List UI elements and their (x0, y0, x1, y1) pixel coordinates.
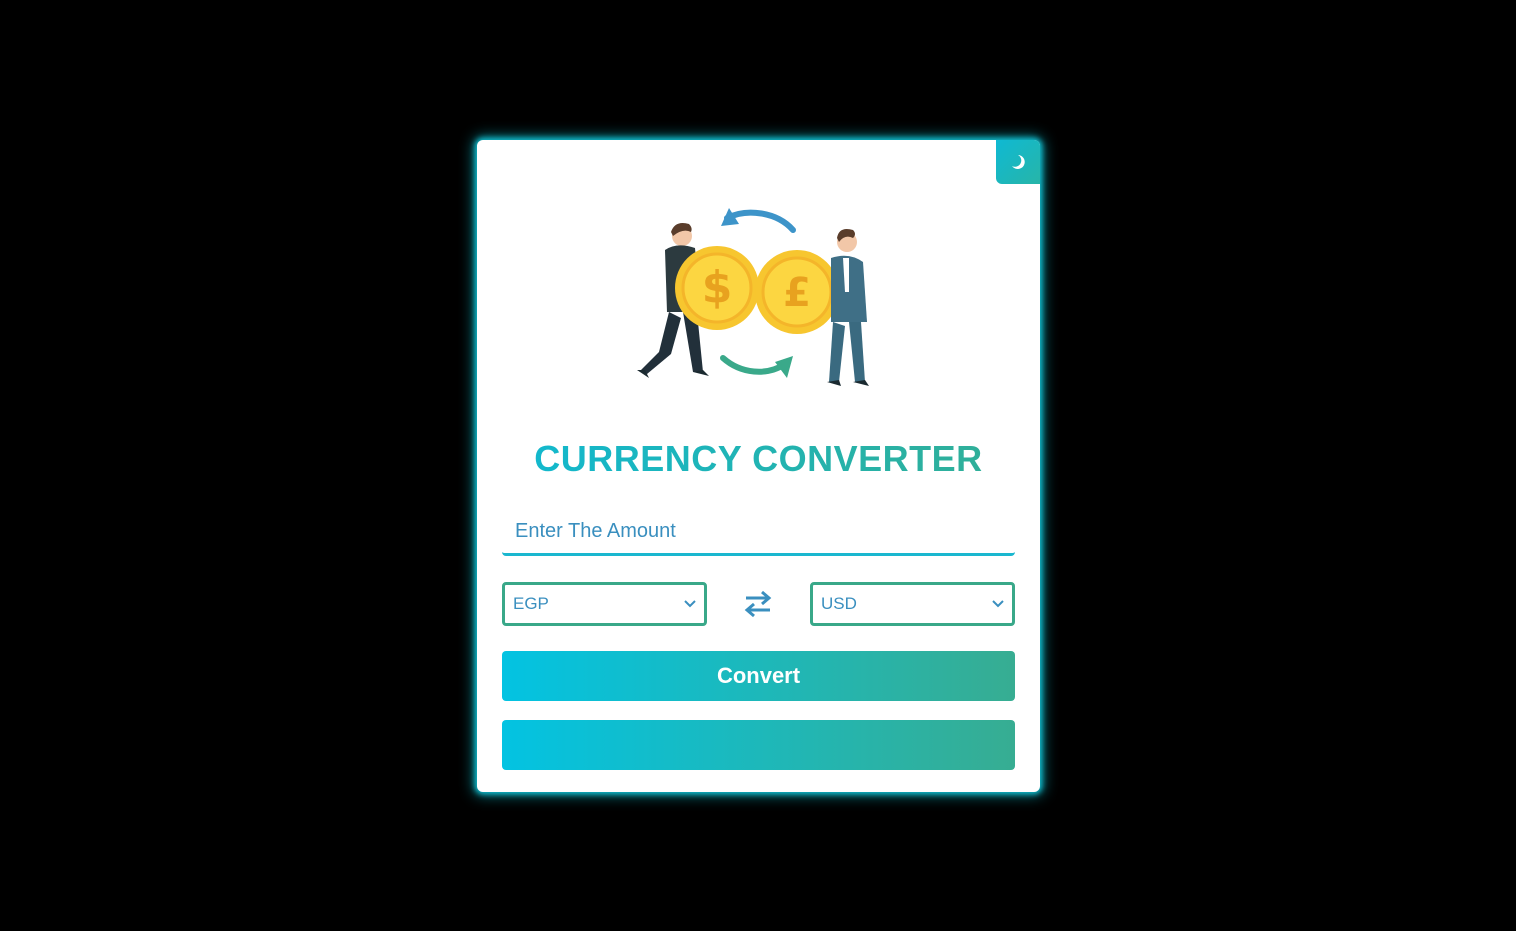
swap-currencies-button[interactable] (741, 589, 775, 619)
to-currency-select[interactable]: USD (810, 582, 1015, 626)
svg-text:£: £ (783, 270, 811, 316)
moon-icon (1012, 155, 1025, 169)
chevron-down-icon (992, 600, 1004, 608)
to-currency-value: USD (821, 594, 857, 613)
right-person-figure (827, 229, 869, 386)
amount-input[interactable] (502, 510, 1015, 556)
pound-coin-icon: £ (755, 250, 839, 334)
currency-exchange-illustration: $ £ (637, 208, 869, 386)
svg-text:$: $ (702, 262, 733, 313)
swap-arrows-icon (744, 590, 772, 618)
chevron-down-icon (684, 600, 696, 608)
converter-card: $ £ CURRENCY CONVERTER EGP (477, 140, 1040, 792)
page-title: CURRENCY CONVERTER (477, 438, 1040, 480)
dollar-coin-icon: $ (675, 246, 759, 330)
convert-button[interactable]: Convert (502, 651, 1015, 701)
result-display (502, 720, 1015, 770)
from-currency-value: EGP (513, 594, 549, 613)
theme-toggle-button[interactable] (996, 140, 1040, 184)
from-currency-select[interactable]: EGP (502, 582, 707, 626)
